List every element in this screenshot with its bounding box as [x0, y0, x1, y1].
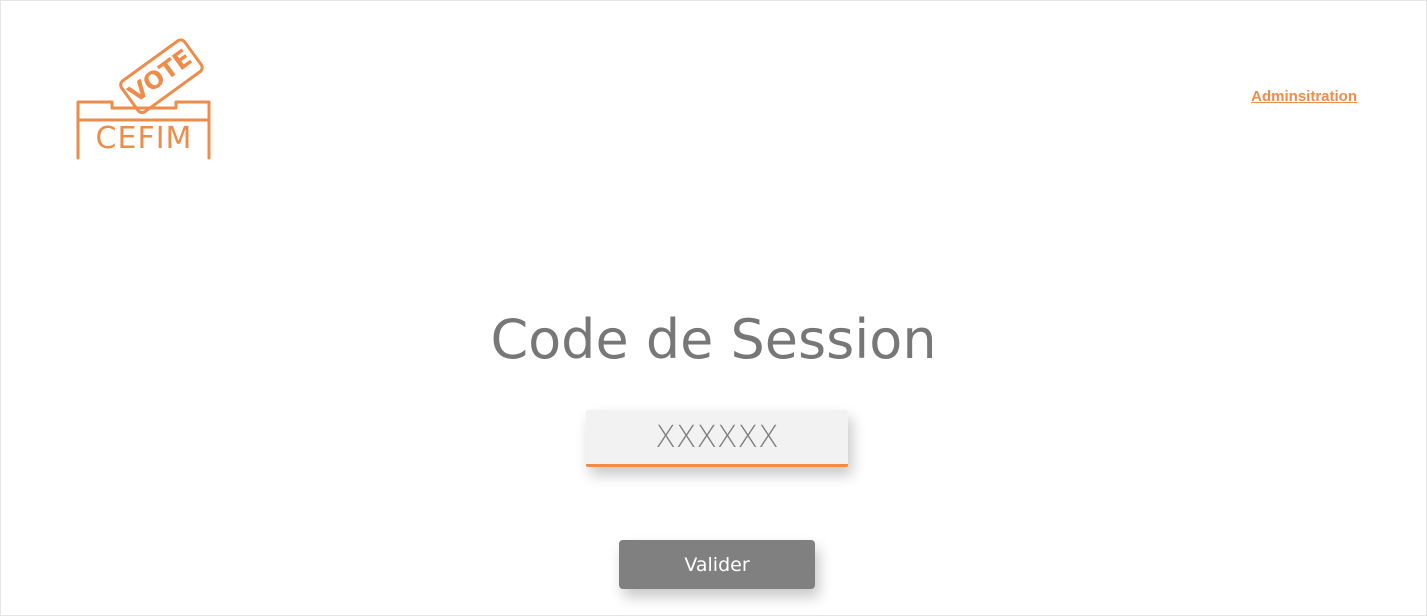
page-title: Code de Session — [490, 308, 937, 371]
cefim-vote-logo: VOTE CEFIM — [74, 28, 214, 162]
logo-wordmark: CEFIM — [95, 121, 193, 156]
administration-link[interactable]: Adminsitration — [1251, 88, 1357, 105]
submit-button[interactable]: Valider — [619, 540, 815, 589]
session-code-input[interactable] — [586, 410, 848, 467]
